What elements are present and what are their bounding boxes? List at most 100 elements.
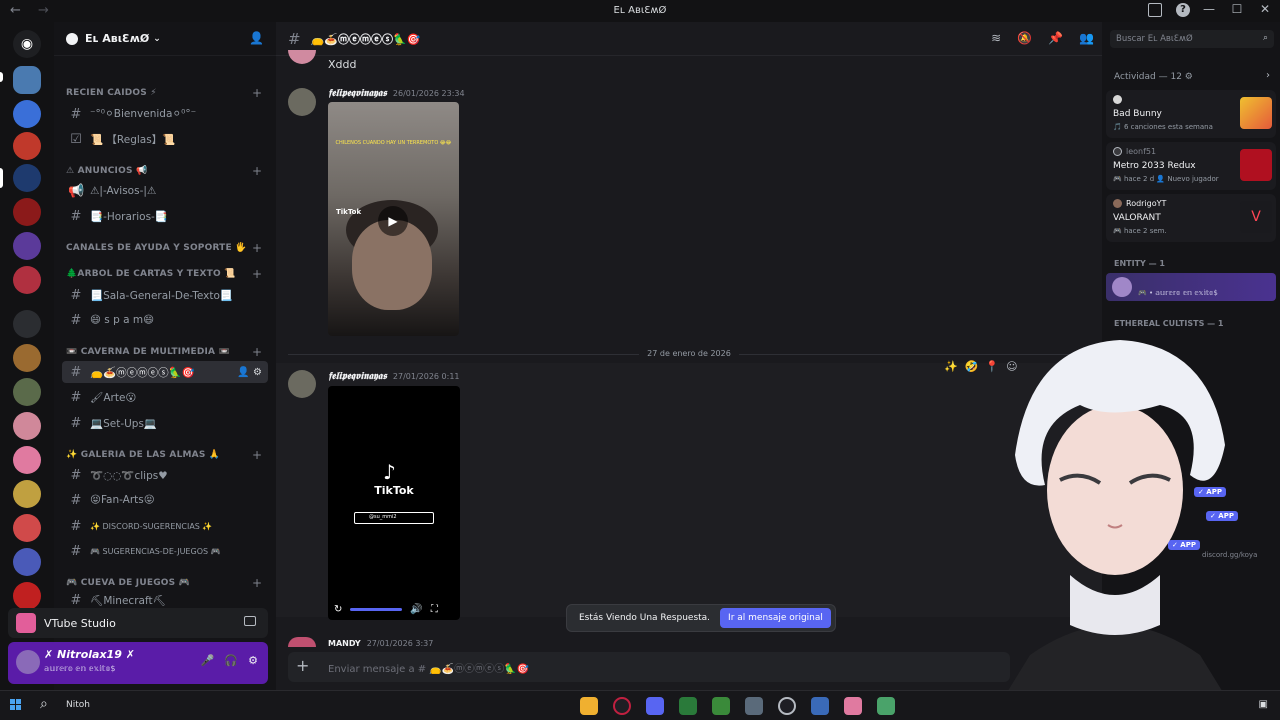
volume-slider[interactable] [350, 607, 403, 611]
server-icon[interactable] [13, 582, 41, 610]
app-icon[interactable] [811, 697, 829, 715]
invite-settings-icons[interactable]: 👤 ⚙ [237, 367, 262, 378]
category-ayuda[interactable]: CANALES DE AYUDA Y SOPORTE 🖐 [66, 243, 247, 253]
obs-icon[interactable] [778, 697, 796, 715]
jump-to-original-button[interactable]: Ir al mensaje original [720, 608, 831, 628]
activity-card[interactable]: Bad Bunny 🎵 6 canciones esta semana [1106, 90, 1276, 138]
activity-card[interactable]: RodrigoYT VALORANT 🎮 hace 2 sem. V [1106, 194, 1276, 242]
channel-bienvenida[interactable]: # ⁻°⁰⚪Bienvenida⚪⁰°⁻ [62, 103, 268, 125]
folder-icon[interactable] [13, 310, 41, 338]
server-icon[interactable] [13, 412, 41, 440]
avatar[interactable] [288, 88, 316, 116]
inbox-icon[interactable] [1148, 3, 1162, 17]
gear-icon[interactable]: ⚙ [248, 654, 258, 667]
vtube-studio-icon[interactable] [844, 697, 862, 715]
avatar[interactable] [288, 637, 316, 647]
fullscreen-icon[interactable]: ⛶ [431, 604, 438, 615]
add-channel-icon[interactable]: + [252, 345, 262, 359]
play-icon[interactable]: ▶ [378, 206, 408, 236]
windows-start-icon[interactable] [10, 699, 22, 711]
channel-fan-arts[interactable]: # 😝Fan-Arts😝 [62, 489, 268, 511]
channel-sugerencias-juegos[interactable]: # 🎮 SUGERENCIAS-DE-JUEGOS 🎮 [62, 540, 268, 562]
close-button[interactable]: ✕ [1258, 2, 1272, 16]
sparkles-icon[interactable]: ✨ [944, 360, 958, 373]
chevron-right-icon[interactable]: › [1266, 70, 1270, 81]
pin-icon[interactable]: 📌 [1048, 31, 1063, 45]
file-explorer-icon[interactable] [580, 697, 598, 715]
minimize-button[interactable]: — [1202, 2, 1216, 16]
channel-setups[interactable]: # 💻Set-Ups💻 [62, 412, 268, 434]
avatar[interactable] [16, 650, 40, 674]
server-icon[interactable] [13, 132, 41, 160]
mute-bell-icon[interactable]: 🔕 [1017, 31, 1032, 45]
channel-arte[interactable]: # 🖌Arte😮 [62, 386, 268, 408]
category-caverna[interactable]: 📼 CAVERNA DE MULTIMEDIA 📼 [66, 347, 230, 357]
channel-avisos[interactable]: 📢 ⚠|-Avisos-|⚠ [62, 180, 268, 202]
headphones-icon[interactable]: 🎧 [224, 654, 238, 667]
add-member-icon[interactable]: 👤 [249, 31, 264, 45]
add-channel-icon[interactable]: + [252, 448, 262, 462]
server-icon[interactable] [13, 446, 41, 474]
minecraft-icon[interactable] [712, 697, 730, 715]
message-author[interactable]: MANDY [328, 639, 361, 648]
category-galeria[interactable]: ✨ GALERIA DE LAS ALMAS 🙏 [66, 450, 220, 460]
category-recien-caidos[interactable]: RECIEN CAIDOS ⚡ [66, 88, 157, 98]
discord-icon[interactable] [646, 697, 664, 715]
guild-header[interactable]: Eʟ AвιƐʍØ ⌄ 👤 [54, 22, 276, 56]
maximize-button[interactable]: ☐ [1230, 2, 1244, 16]
app-icon[interactable] [877, 697, 895, 715]
channel-reglas[interactable]: ☑ 📜 【Reglas】📜 [62, 128, 268, 150]
help-icon[interactable]: ? [1176, 3, 1190, 17]
avatar[interactable] [288, 370, 316, 398]
server-icon[interactable] [13, 266, 41, 294]
message-author[interactable]: 𝖋𝖊𝖑𝖎𝖕𝖊𝖖𝖛𝖎𝖓𝖆𝖞𝖆𝖘 [328, 88, 387, 99]
volume-icon[interactable]: 🔊 [410, 604, 422, 615]
server-icon[interactable] [13, 232, 41, 260]
category-arbol[interactable]: 🌲ARBOL DE CARTAS Y TEXTO 📜 [66, 269, 236, 279]
server-icon[interactable] [13, 198, 41, 226]
microphone-icon[interactable]: 🎤 [201, 654, 215, 667]
threads-icon[interactable]: ≋ [991, 31, 1001, 45]
server-icon[interactable] [13, 100, 41, 128]
avatar[interactable] [288, 50, 316, 64]
category-cueva[interactable]: 🎮 CUEVA DE JUEGOS 🎮 [66, 578, 190, 588]
message-author[interactable]: 𝖋𝖊𝖑𝖎𝖕𝖊𝖖𝖛𝖎𝖓𝖆𝖞𝖆𝖘 [328, 371, 387, 382]
channel-memes[interactable]: # 👝🍝ⓜⓔⓜⓔⓢ🦜🎯 👤 ⚙ [62, 361, 268, 383]
discord-home-icon[interactable]: ◉ [13, 30, 41, 58]
activity-card[interactable]: leonf51 Metro 2033 Redux 🎮 hace 2 d 👤 Nu… [1106, 142, 1276, 190]
server-icon[interactable] [13, 164, 41, 192]
category-anuncios[interactable]: ⚠ ANUNCIOS 📢 [66, 166, 147, 176]
activity-app-bar[interactable]: VTube Studio [8, 608, 268, 638]
user-name[interactable]: ✗ Nitrolax19 ✗ [44, 648, 135, 661]
search-icon[interactable]: ⌕ [40, 696, 48, 712]
channel-horarios[interactable]: # 📑-Horarios-📑 [62, 205, 268, 227]
add-channel-icon[interactable]: + [252, 576, 262, 590]
member-item[interactable]: 🎮 • 𝕒𝕦𝕣𝕖𝕣𝕠 𝕖𝕟 𝕖𝕩𝕚𝕥𝕠$ [1106, 273, 1276, 301]
channel-minecraft[interactable]: # ⛏Minecraft⛏ [62, 592, 268, 608]
video-attachment[interactable]: CHILENOS CUANDO HAY UN TERREMOTO 😂😂 TikT… [328, 102, 459, 336]
server-icon[interactable] [13, 480, 41, 508]
app-icon[interactable] [679, 697, 697, 715]
add-channel-icon[interactable]: + [252, 164, 262, 178]
channel-sala-general[interactable]: # 📃Sala-General-De-Texto📃 [62, 284, 268, 306]
add-channel-icon[interactable]: + [252, 86, 262, 100]
server-icon[interactable] [13, 378, 41, 406]
app-icon[interactable] [745, 697, 763, 715]
member-list-icon[interactable]: 👥 [1079, 31, 1094, 45]
search-input[interactable]: Buscar Eʟ AвιƐʍØ ⌕ [1110, 30, 1274, 48]
channel-discord-sugerencias[interactable]: # ✨ DISCORD-SUGERENCIAS ✨ [62, 515, 268, 537]
server-icon[interactable] [13, 344, 41, 372]
tray-icon[interactable]: ▣ [1259, 699, 1268, 710]
server-icon[interactable] [13, 66, 41, 94]
add-channel-icon[interactable]: + [252, 241, 262, 255]
opera-icon[interactable] [613, 697, 631, 715]
channel-clips[interactable]: # ➰◌◌➰clips♥ [62, 464, 268, 486]
message-input[interactable]: + Enviar mensaje a # 👝🍝ⓜⓔⓜⓔⓢ🦜🎯 🎁 [288, 652, 1242, 682]
channel-spam[interactable]: # 😄 s p a m😄 [62, 309, 268, 331]
server-icon[interactable] [13, 548, 41, 576]
emoji-reaction-icon[interactable]: 🤣 [965, 360, 979, 373]
add-channel-icon[interactable]: + [252, 267, 262, 281]
server-icon[interactable] [13, 514, 41, 542]
video-attachment[interactable]: ♪ TikTok @su_mmi2 ↻ 🔊 ⛶ [328, 386, 460, 620]
replay-icon[interactable]: ↻ [334, 604, 342, 615]
